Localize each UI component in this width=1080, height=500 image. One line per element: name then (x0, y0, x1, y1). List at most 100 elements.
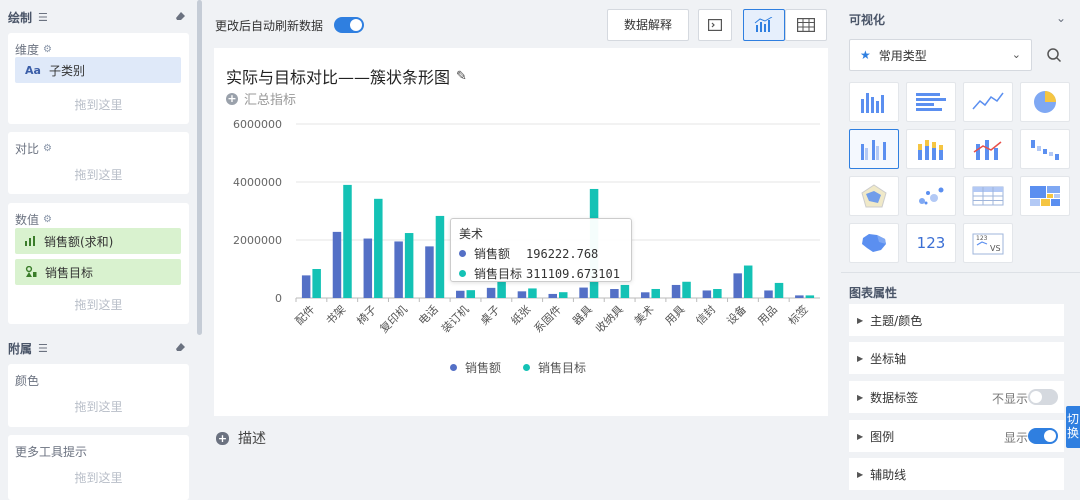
sliders-icon[interactable]: ☰ (38, 342, 48, 355)
bar[interactable] (620, 284, 630, 298)
tooltip-row-target: 销售目标 311109.673101 (459, 265, 623, 282)
summary-label: 汇总指标 (244, 93, 297, 108)
bar[interactable] (610, 289, 619, 298)
bar[interactable] (559, 292, 568, 298)
bar[interactable] (713, 289, 722, 298)
divider (841, 272, 1080, 273)
left-scrollbar[interactable] (197, 0, 202, 335)
bar[interactable] (640, 292, 650, 298)
chart-type-tile[interactable] (849, 129, 899, 169)
bar[interactable] (404, 233, 414, 298)
legend-item-target[interactable]: 销售目标 (523, 359, 586, 376)
x-tick-label: 收纳具 (593, 302, 626, 335)
combo-bar-line-icon (973, 140, 1002, 160)
prop-axis[interactable]: ▶ 坐标轴 (849, 342, 1064, 374)
bar[interactable] (332, 231, 342, 298)
bar[interactable] (682, 281, 691, 298)
more-tooltip-label-row: 更多工具提示 (15, 443, 87, 460)
data-labels-toggle[interactable] (1028, 389, 1058, 405)
chart-type-tile[interactable] (963, 129, 1013, 169)
eraser-icon[interactable] (175, 342, 186, 352)
prop-data-labels[interactable]: ▶ 数据标签 不显示 (849, 381, 1064, 413)
bar[interactable] (343, 184, 352, 298)
prop-theme-color[interactable]: ▶ 主题/颜色 (849, 304, 1064, 336)
dimension-dropzone[interactable]: 维度 ⚙ Aa 子类别 拖到这里 (8, 33, 189, 124)
compare-dropzone[interactable]: 对比 ⚙ 拖到这里 (8, 132, 189, 194)
gear-icon[interactable]: ⚙ (43, 143, 52, 154)
chart-type-tile[interactable]: 123 VS (963, 223, 1013, 263)
prop-reference-line[interactable]: ▶ 辅助线 (849, 458, 1064, 490)
chart-type-tile[interactable] (906, 176, 956, 216)
chart-type-tile[interactable] (963, 82, 1013, 122)
chart-type-select[interactable]: ★ 常用类型 ⌄ (849, 39, 1032, 71)
bar[interactable] (579, 287, 588, 298)
values-dropzone[interactable]: 数值 ⚙ 销售额(求和) 销售目标 拖到这里 (8, 203, 189, 324)
chart-type-tile[interactable]: 123 (906, 223, 956, 263)
chart-type-tile[interactable] (1020, 129, 1070, 169)
bar[interactable] (651, 288, 660, 298)
bar[interactable] (374, 198, 383, 298)
chart-type-tile[interactable] (849, 82, 899, 122)
console-button[interactable] (698, 9, 732, 41)
bar[interactable] (435, 215, 445, 298)
chart-type-tile[interactable] (906, 129, 956, 169)
fields-panel: 绘制 ☰ 维度 ⚙ Aa 子类别 拖到这里 对比 ⚙ 拖到这里 数值 ⚙ 销售额… (0, 0, 196, 500)
bar[interactable] (743, 265, 753, 298)
drop-hint: 拖到这里 (74, 98, 123, 112)
bar[interactable] (301, 275, 311, 298)
dimension-chip-subcategory[interactable]: Aa 子类别 (15, 57, 181, 83)
values-chip-sales[interactable]: 销售额(求和) (15, 228, 181, 254)
bar[interactable] (312, 269, 321, 298)
eraser-icon[interactable] (175, 11, 186, 21)
bar[interactable] (548, 293, 558, 298)
bar[interactable] (456, 290, 465, 298)
legend-item-sales[interactable]: 销售额 (450, 359, 501, 376)
auto-refresh-toggle[interactable] (334, 17, 364, 33)
bar[interactable] (517, 291, 527, 298)
bar[interactable] (363, 238, 373, 298)
more-tooltip-dropzone[interactable]: 更多工具提示 拖到这里 (8, 435, 189, 500)
add-summary-metric[interactable]: + 汇总指标 (226, 89, 296, 108)
bar[interactable] (394, 241, 403, 298)
bar[interactable] (805, 295, 815, 298)
chart-type-tile[interactable] (849, 176, 899, 216)
x-tick-label: 电话 (416, 303, 441, 328)
bar[interactable] (733, 273, 742, 298)
bar[interactable] (764, 290, 773, 298)
gear-icon[interactable]: ⚙ (43, 214, 52, 225)
chart-type-tile[interactable] (1020, 82, 1070, 122)
chart-title[interactable]: 实际与目标对比——簇状条形图 (226, 64, 450, 88)
add-description[interactable]: + 描述 (216, 428, 266, 448)
prop-legend[interactable]: ▶ 图例 显示 (849, 420, 1064, 452)
bar[interactable] (486, 287, 496, 298)
bar[interactable] (702, 290, 712, 298)
chart-type-tile[interactable] (906, 82, 956, 122)
bar[interactable] (528, 288, 537, 298)
chart-type-tile[interactable] (849, 223, 899, 263)
y-tick-label: 4000000 (233, 176, 282, 189)
color-dropzone[interactable]: 颜色 拖到这里 (8, 364, 189, 427)
bar[interactable] (425, 246, 434, 298)
bar[interactable] (497, 281, 506, 298)
chart-view-button[interactable] (743, 9, 785, 41)
table-view-button[interactable] (785, 9, 827, 41)
bar[interactable] (795, 295, 804, 298)
chart-legend: 销售额 销售目标 (450, 359, 608, 376)
legend-toggle[interactable] (1028, 428, 1058, 444)
bar[interactable] (466, 290, 476, 298)
data-explain-button[interactable]: 数据解释 (607, 9, 689, 41)
chart-type-tile[interactable] (963, 176, 1013, 216)
gear-icon[interactable]: ⚙ (43, 44, 52, 55)
chevron-down-icon: ⌄ (1011, 48, 1021, 61)
search-icon[interactable] (1046, 47, 1062, 63)
comparison-vs-text: VS (990, 244, 1001, 253)
values-chip-target[interactable]: 销售目标 (15, 259, 181, 285)
switch-side-tab[interactable]: 切换 (1066, 406, 1080, 448)
edit-pencil-icon[interactable]: ✎ (456, 69, 467, 84)
bar[interactable] (774, 282, 784, 298)
attach-section-title: 附属 (8, 341, 33, 356)
sliders-icon[interactable]: ☰ (38, 11, 48, 24)
chart-type-tile[interactable] (1020, 176, 1070, 216)
chevron-down-icon[interactable]: ⌄ (1056, 11, 1066, 25)
bar[interactable] (671, 284, 681, 298)
